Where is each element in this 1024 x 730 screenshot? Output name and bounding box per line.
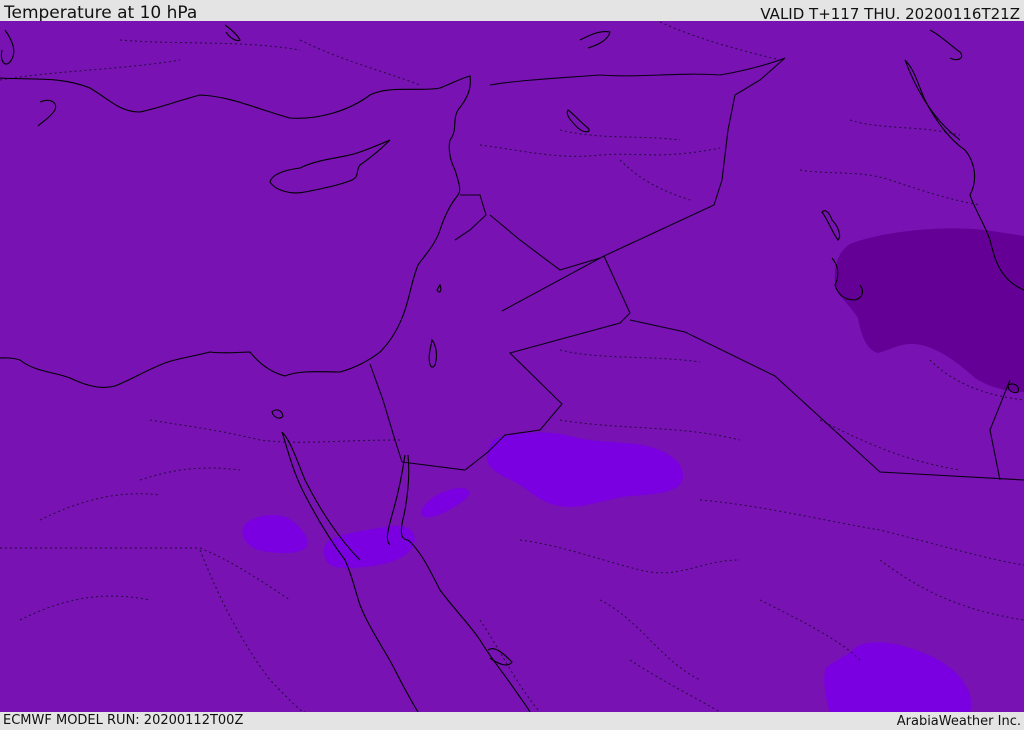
map-title: Temperature at 10 hPa [4, 3, 198, 23]
weather-map [0, 21, 1024, 712]
credit-label: ArabiaWeather Inc. [896, 714, 1021, 729]
footer-bar: ECMWF MODEL RUN: 20200112T00Z ArabiaWeat… [0, 712, 1024, 729]
map-panel[interactable] [0, 21, 1024, 712]
header-bar: Temperature at 10 hPa VALID T+117 THU. 2… [0, 0, 1024, 23]
model-run-label: ECMWF MODEL RUN: 20200112T00Z [3, 713, 244, 728]
